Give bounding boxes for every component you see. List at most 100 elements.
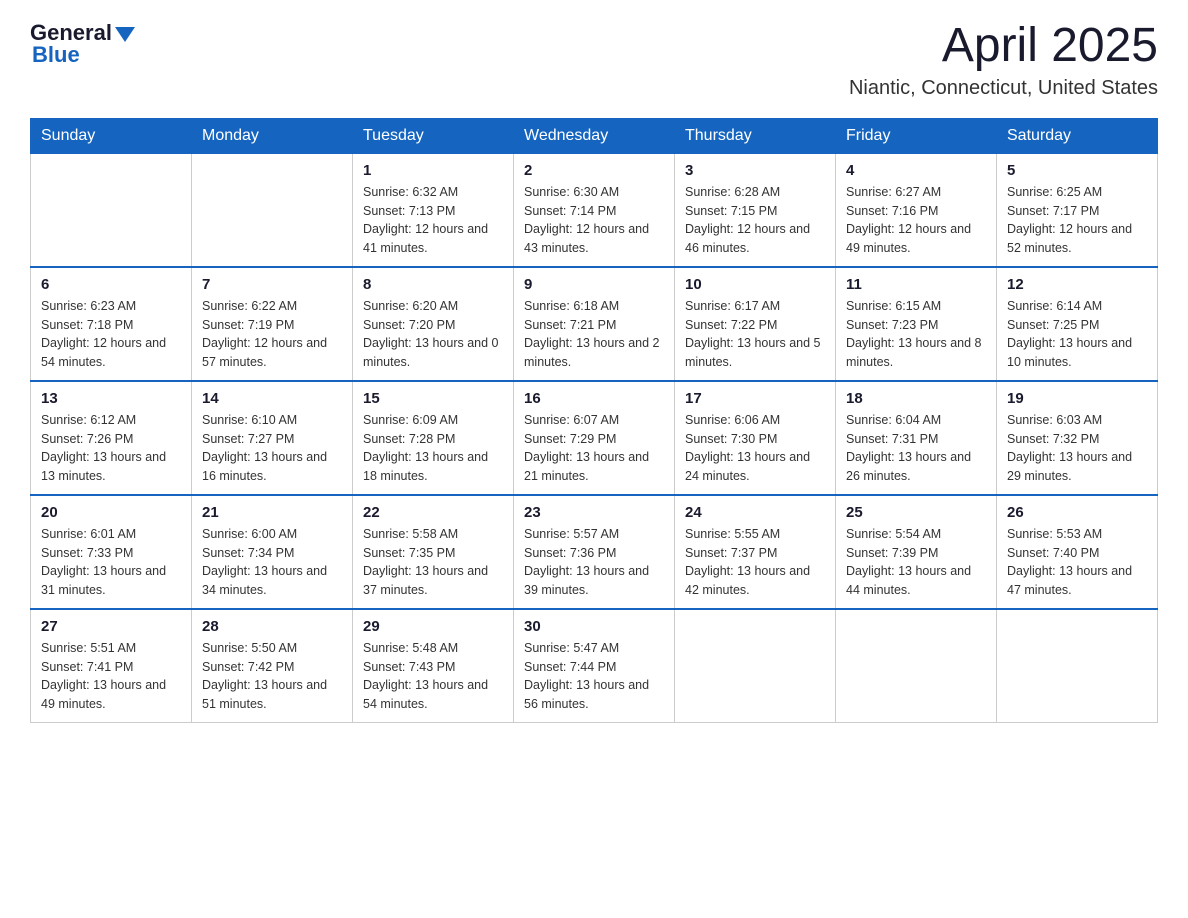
day-info: Sunrise: 6:12 AMSunset: 7:26 PMDaylight:… [41, 411, 181, 486]
day-info: Sunrise: 5:50 AMSunset: 7:42 PMDaylight:… [202, 639, 342, 714]
logo: General Blue [30, 20, 135, 68]
calendar-cell: 7 Sunrise: 6:22 AMSunset: 7:19 PMDaylight… [192, 267, 353, 381]
day-number: 6 [41, 276, 181, 293]
weekday-header-monday: Monday [192, 118, 353, 153]
day-number: 16 [524, 390, 664, 407]
day-number: 28 [202, 618, 342, 635]
calendar-cell: 23 Sunrise: 5:57 AMSunset: 7:36 PMDayligh… [514, 495, 675, 609]
day-number: 4 [846, 162, 986, 179]
calendar-cell: 16 Sunrise: 6:07 AMSunset: 7:29 PMDayligh… [514, 381, 675, 495]
day-number: 19 [1007, 390, 1147, 407]
day-number: 1 [363, 162, 503, 179]
day-number: 5 [1007, 162, 1147, 179]
day-number: 9 [524, 276, 664, 293]
day-number: 21 [202, 504, 342, 521]
day-number: 12 [1007, 276, 1147, 293]
calendar-cell: 29 Sunrise: 5:48 AMSunset: 7:43 PMDayligh… [353, 609, 514, 723]
day-number: 2 [524, 162, 664, 179]
day-info: Sunrise: 6:17 AMSunset: 7:22 PMDaylight:… [685, 297, 825, 372]
day-info: Sunrise: 6:18 AMSunset: 7:21 PMDaylight:… [524, 297, 664, 372]
calendar-cell: 12 Sunrise: 6:14 AMSunset: 7:25 PMDayligh… [997, 267, 1158, 381]
calendar-cell: 10 Sunrise: 6:17 AMSunset: 7:22 PMDayligh… [675, 267, 836, 381]
weekday-header-friday: Friday [836, 118, 997, 153]
calendar-cell: 4 Sunrise: 6:27 AMSunset: 7:16 PMDaylight… [836, 153, 997, 267]
day-info: Sunrise: 5:58 AMSunset: 7:35 PMDaylight:… [363, 525, 503, 600]
calendar-cell [31, 153, 192, 267]
calendar-cell: 26 Sunrise: 5:53 AMSunset: 7:40 PMDayligh… [997, 495, 1158, 609]
calendar-cell: 17Sunrise: 6:06 AMSunset: 7:30 PMDayligh… [675, 381, 836, 495]
day-info: Sunrise: 6:30 AMSunset: 7:14 PMDaylight:… [524, 183, 664, 258]
day-info: Sunrise: 5:47 AMSunset: 7:44 PMDaylight:… [524, 639, 664, 714]
weekday-header-tuesday: Tuesday [353, 118, 514, 153]
calendar-week-row: 20Sunrise: 6:01 AMSunset: 7:33 PMDayligh… [31, 495, 1158, 609]
day-info: Sunrise: 6:32 AMSunset: 7:13 PMDaylight:… [363, 183, 503, 258]
calendar-cell: 5 Sunrise: 6:25 AMSunset: 7:17 PMDaylight… [997, 153, 1158, 267]
day-number: 17 [685, 390, 825, 407]
day-number: 18 [846, 390, 986, 407]
day-info: Sunrise: 6:25 AMSunset: 7:17 PMDaylight:… [1007, 183, 1147, 258]
calendar-cell: 13 Sunrise: 6:12 AMSunset: 7:26 PMDayligh… [31, 381, 192, 495]
month-title: April 2025 [849, 20, 1158, 73]
calendar-cell: 27 Sunrise: 5:51 AMSunset: 7:41 PMDayligh… [31, 609, 192, 723]
day-info: Sunrise: 6:00 AMSunset: 7:34 PMDaylight:… [202, 525, 342, 600]
calendar-cell: 3Sunrise: 6:28 AMSunset: 7:15 PMDaylight… [675, 153, 836, 267]
logo-blue-text: Blue [30, 42, 80, 68]
day-info: Sunrise: 6:20 AMSunset: 7:20 PMDaylight:… [363, 297, 503, 372]
weekday-header-sunday: Sunday [31, 118, 192, 153]
day-info: Sunrise: 5:53 AMSunset: 7:40 PMDaylight:… [1007, 525, 1147, 600]
logo-triangle-icon [115, 27, 135, 42]
calendar-week-row: 6 Sunrise: 6:23 AMSunset: 7:18 PMDaylight… [31, 267, 1158, 381]
calendar-cell: 8 Sunrise: 6:20 AMSunset: 7:20 PMDaylight… [353, 267, 514, 381]
calendar-cell: 11Sunrise: 6:15 AMSunset: 7:23 PMDayligh… [836, 267, 997, 381]
calendar-cell [836, 609, 997, 723]
calendar-cell: 22 Sunrise: 5:58 AMSunset: 7:35 PMDayligh… [353, 495, 514, 609]
day-info: Sunrise: 6:09 AMSunset: 7:28 PMDaylight:… [363, 411, 503, 486]
calendar-cell: 14 Sunrise: 6:10 AMSunset: 7:27 PMDayligh… [192, 381, 353, 495]
day-info: Sunrise: 6:10 AMSunset: 7:27 PMDaylight:… [202, 411, 342, 486]
day-info: Sunrise: 6:15 AMSunset: 7:23 PMDaylight:… [846, 297, 986, 372]
calendar-cell: 25Sunrise: 5:54 AMSunset: 7:39 PMDayligh… [836, 495, 997, 609]
calendar-cell: 28 Sunrise: 5:50 AMSunset: 7:42 PMDayligh… [192, 609, 353, 723]
day-number: 8 [363, 276, 503, 293]
day-number: 22 [363, 504, 503, 521]
calendar-cell: 24Sunrise: 5:55 AMSunset: 7:37 PMDayligh… [675, 495, 836, 609]
day-info: Sunrise: 6:07 AMSunset: 7:29 PMDaylight:… [524, 411, 664, 486]
day-info: Sunrise: 5:48 AMSunset: 7:43 PMDaylight:… [363, 639, 503, 714]
day-info: Sunrise: 5:57 AMSunset: 7:36 PMDaylight:… [524, 525, 664, 600]
calendar-cell [675, 609, 836, 723]
day-number: 29 [363, 618, 503, 635]
calendar-cell [997, 609, 1158, 723]
calendar-cell: 2 Sunrise: 6:30 AMSunset: 7:14 PMDaylight… [514, 153, 675, 267]
day-number: 25 [846, 504, 986, 521]
day-number: 10 [685, 276, 825, 293]
page-header: General Blue April 2025 Niantic, Connect… [30, 20, 1158, 100]
day-info: Sunrise: 6:23 AMSunset: 7:18 PMDaylight:… [41, 297, 181, 372]
day-info: Sunrise: 6:03 AMSunset: 7:32 PMDaylight:… [1007, 411, 1147, 486]
calendar-cell: 20Sunrise: 6:01 AMSunset: 7:33 PMDayligh… [31, 495, 192, 609]
day-info: Sunrise: 5:51 AMSunset: 7:41 PMDaylight:… [41, 639, 181, 714]
calendar-cell: 21 Sunrise: 6:00 AMSunset: 7:34 PMDayligh… [192, 495, 353, 609]
calendar-week-row: 1 Sunrise: 6:32 AMSunset: 7:13 PMDaylight… [31, 153, 1158, 267]
day-number: 24 [685, 504, 825, 521]
day-number: 20 [41, 504, 181, 521]
day-number: 14 [202, 390, 342, 407]
calendar-week-row: 27 Sunrise: 5:51 AMSunset: 7:41 PMDayligh… [31, 609, 1158, 723]
calendar-cell: 19 Sunrise: 6:03 AMSunset: 7:32 PMDayligh… [997, 381, 1158, 495]
title-area: April 2025 Niantic, Connecticut, United … [849, 20, 1158, 100]
calendar-cell: 18Sunrise: 6:04 AMSunset: 7:31 PMDayligh… [836, 381, 997, 495]
day-number: 15 [363, 390, 503, 407]
location-subtitle: Niantic, Connecticut, United States [849, 77, 1158, 100]
calendar-cell: 6 Sunrise: 6:23 AMSunset: 7:18 PMDaylight… [31, 267, 192, 381]
calendar-cell: 9 Sunrise: 6:18 AMSunset: 7:21 PMDaylight… [514, 267, 675, 381]
day-number: 13 [41, 390, 181, 407]
day-info: Sunrise: 6:14 AMSunset: 7:25 PMDaylight:… [1007, 297, 1147, 372]
weekday-header-wednesday: Wednesday [514, 118, 675, 153]
calendar-cell: 15 Sunrise: 6:09 AMSunset: 7:28 PMDayligh… [353, 381, 514, 495]
day-number: 7 [202, 276, 342, 293]
day-number: 23 [524, 504, 664, 521]
day-number: 27 [41, 618, 181, 635]
day-number: 26 [1007, 504, 1147, 521]
calendar-table: SundayMondayTuesdayWednesdayThursdayFrid… [30, 118, 1158, 723]
day-info: Sunrise: 6:27 AMSunset: 7:16 PMDaylight:… [846, 183, 986, 258]
day-info: Sunrise: 6:22 AMSunset: 7:19 PMDaylight:… [202, 297, 342, 372]
